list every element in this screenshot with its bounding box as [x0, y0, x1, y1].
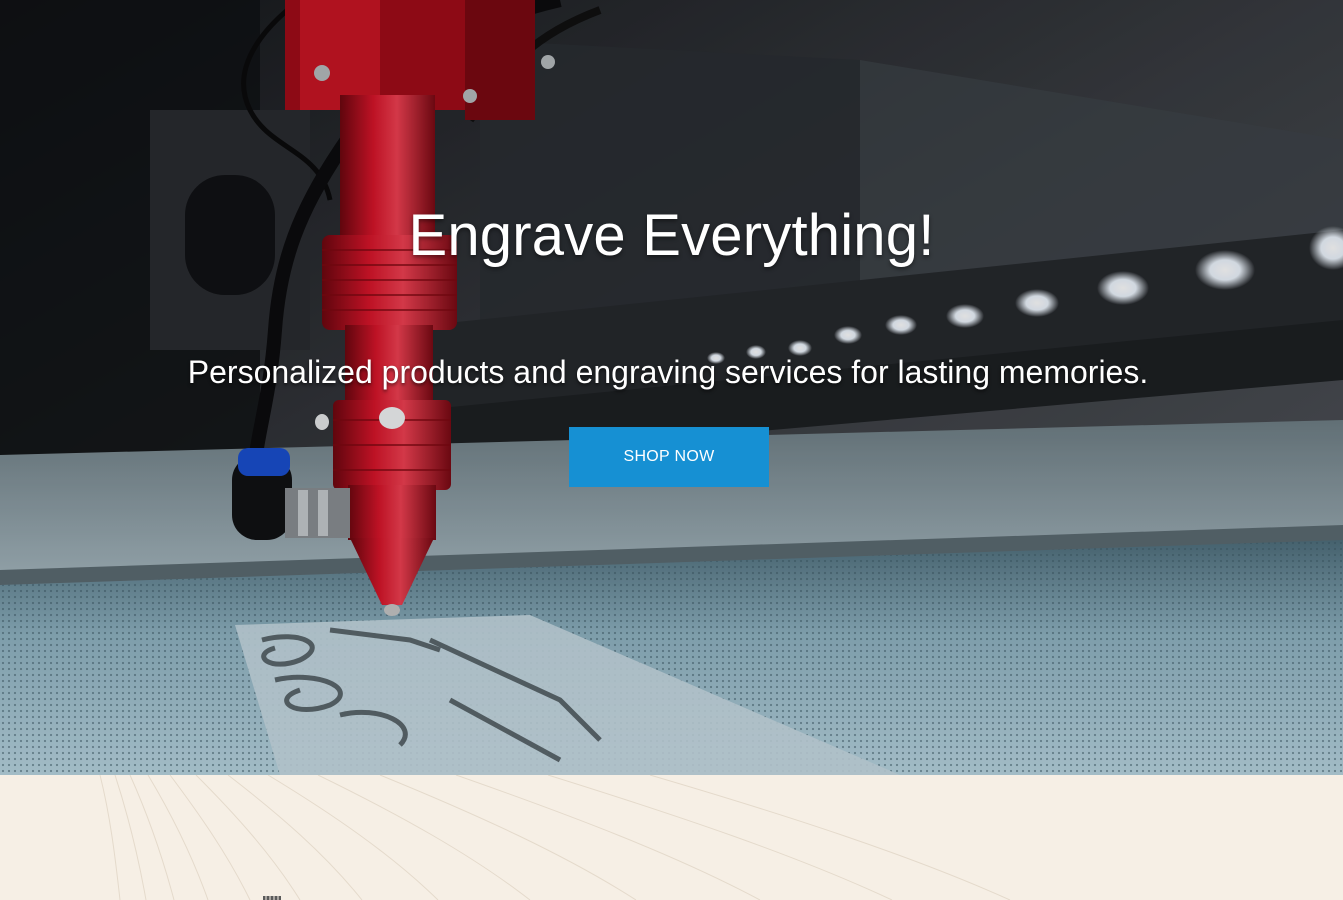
lower-content-section	[0, 775, 1343, 900]
hero-subtitle: Personalized products and engraving serv…	[187, 354, 1149, 390]
hero-title: Engrave Everything!	[408, 203, 935, 268]
decorative-line-pattern	[99, 775, 1011, 900]
partial-icon	[263, 896, 281, 900]
hero-section: Engrave Everything! Personalized product…	[0, 0, 1343, 775]
shop-now-button[interactable]: SHOP NOW	[569, 427, 769, 487]
